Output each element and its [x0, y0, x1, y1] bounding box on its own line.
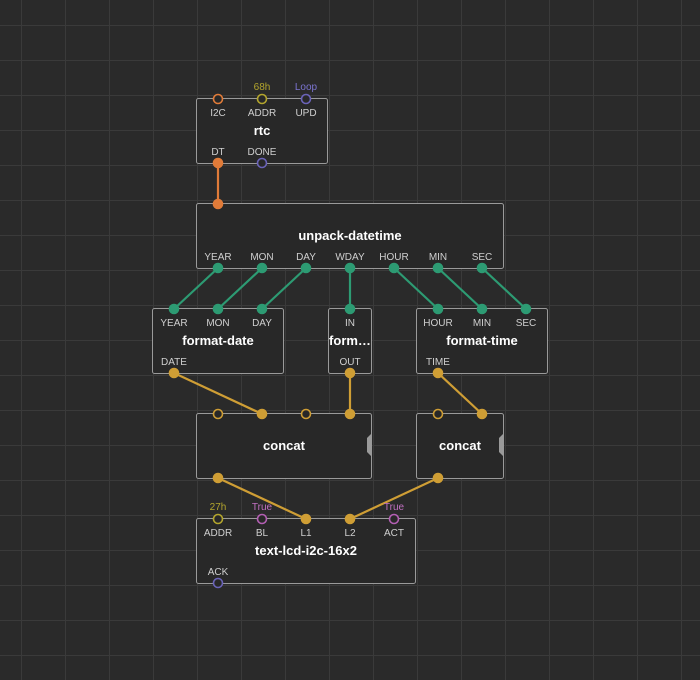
pin-concat-input-2[interactable] [476, 408, 488, 420]
pin-label-hour: HOUR [379, 252, 408, 263]
pin-min-output[interactable] [432, 262, 444, 274]
link-date [173, 372, 263, 415]
pin-label-sec-in: SEC [516, 318, 537, 329]
pin-addr-input[interactable] [256, 93, 268, 105]
pin-label-hour-in: HOUR [423, 318, 452, 329]
pin-label-addr: ADDR [204, 528, 232, 539]
pin-wday-output[interactable] [344, 262, 356, 274]
pin-hour-output[interactable] [388, 262, 400, 274]
pin-value-addr: 68h [254, 82, 271, 93]
node-unpack-datetime[interactable]: unpack-datetime YEAR MON DAY WDAY HOUR M… [196, 198, 504, 274]
pin-in-input[interactable] [344, 303, 356, 315]
node-concat-left-title: concat [263, 438, 306, 453]
pin-concat-input-1[interactable] [212, 408, 224, 420]
pin-label-wday: WDAY [335, 252, 365, 263]
link-time [437, 372, 483, 415]
pin-label-done: DONE [248, 147, 277, 158]
pin-label-sec: SEC [472, 252, 493, 263]
pin-label-dt: DT [211, 147, 224, 158]
node-format-time[interactable]: format-time HOUR MIN SEC TIME [416, 303, 548, 379]
pin-label-upd: UPD [295, 108, 316, 119]
pin-value-act: True [384, 502, 405, 513]
node-format-weekday[interactable]: form… IN OUT [328, 303, 372, 379]
node-format-weekday-title: form… [329, 333, 371, 348]
pin-label-addr: ADDR [248, 108, 276, 119]
pin-l2-input[interactable] [344, 513, 356, 525]
link-year [173, 267, 219, 310]
pin-addr-input[interactable] [212, 513, 224, 525]
pin-ack-output[interactable] [212, 577, 224, 589]
pin-act-input[interactable] [388, 513, 400, 525]
node-concat-left[interactable]: concat [196, 408, 373, 484]
pin-day-input[interactable] [256, 303, 268, 315]
pin-label-min-in: MIN [473, 318, 491, 329]
pin-label-i2c: I2C [210, 108, 226, 119]
pin-label-min: MIN [429, 252, 447, 263]
patch-canvas[interactable]: rtc I2C ADDR UPD 68h Loop DT DONE unpack… [0, 0, 700, 680]
pin-concat-input-1[interactable] [432, 408, 444, 420]
pin-year-input[interactable] [168, 303, 180, 315]
pin-value-upd: Loop [295, 82, 318, 93]
pin-hour-input[interactable] [432, 303, 444, 315]
pin-upd-input[interactable] [300, 93, 312, 105]
pin-label-in: IN [345, 318, 355, 329]
pin-label-year-in: YEAR [160, 318, 187, 329]
pin-day-output[interactable] [300, 262, 312, 274]
pin-concat-output[interactable] [212, 472, 224, 484]
node-rtc[interactable]: rtc I2C ADDR UPD 68h Loop DT DONE [196, 82, 328, 169]
pin-bl-input[interactable] [256, 513, 268, 525]
pin-label-year: YEAR [204, 252, 231, 263]
pin-value-bl: True [252, 502, 273, 513]
pin-concat-input-4[interactable] [344, 408, 356, 420]
node-text-lcd-title: text-lcd-i2c-16x2 [255, 543, 357, 558]
pin-mon-input[interactable] [212, 303, 224, 315]
pin-value-addr: 27h [210, 502, 227, 513]
pin-min-input[interactable] [476, 303, 488, 315]
node-text-lcd[interactable]: text-lcd-i2c-16x2 27h True True ADDR BL … [196, 502, 416, 589]
pin-sec-input[interactable] [520, 303, 532, 315]
pin-i2c-input[interactable] [212, 93, 224, 105]
pin-dt-output[interactable] [212, 157, 224, 169]
pin-label-time: TIME [426, 357, 450, 368]
pin-l1-input[interactable] [300, 513, 312, 525]
pin-date-output[interactable] [168, 367, 180, 379]
link-day [261, 267, 307, 310]
pin-label-mon-in: MON [206, 318, 229, 329]
pin-year-output[interactable] [212, 262, 224, 274]
pin-label-l1: L1 [300, 528, 312, 539]
pin-dt-input[interactable] [212, 198, 224, 210]
pin-mon-output[interactable] [256, 262, 268, 274]
pin-label-day-in: DAY [252, 318, 272, 329]
pin-concat-input-3[interactable] [300, 408, 312, 420]
pin-out-output[interactable] [344, 367, 356, 379]
pin-label-act: ACT [384, 528, 404, 539]
link-hour [393, 267, 439, 310]
link-min [437, 267, 483, 310]
pin-done-output[interactable] [256, 157, 268, 169]
link-mon [217, 267, 263, 310]
pin-label-date: DATE [161, 357, 187, 368]
pin-label-l2: L2 [344, 528, 356, 539]
pin-sec-output[interactable] [476, 262, 488, 274]
pin-label-day: DAY [296, 252, 316, 263]
node-rtc-title: rtc [254, 123, 271, 138]
pin-label-out: OUT [339, 357, 360, 368]
node-format-date[interactable]: format-date YEAR MON DAY DATE [152, 303, 284, 379]
pin-label-bl: BL [256, 528, 269, 539]
pin-concat-output[interactable] [432, 472, 444, 484]
node-format-date-title: format-date [182, 333, 254, 348]
node-format-time-title: format-time [446, 333, 518, 348]
pin-label-mon: MON [250, 252, 273, 263]
pin-time-output[interactable] [432, 367, 444, 379]
node-concat-right[interactable]: concat [416, 408, 505, 484]
node-unpack-datetime-title: unpack-datetime [298, 228, 401, 243]
pin-concat-input-2[interactable] [256, 408, 268, 420]
node-concat-right-title: concat [439, 438, 482, 453]
link-sec [481, 267, 527, 310]
pin-label-ack: ACK [208, 567, 229, 578]
